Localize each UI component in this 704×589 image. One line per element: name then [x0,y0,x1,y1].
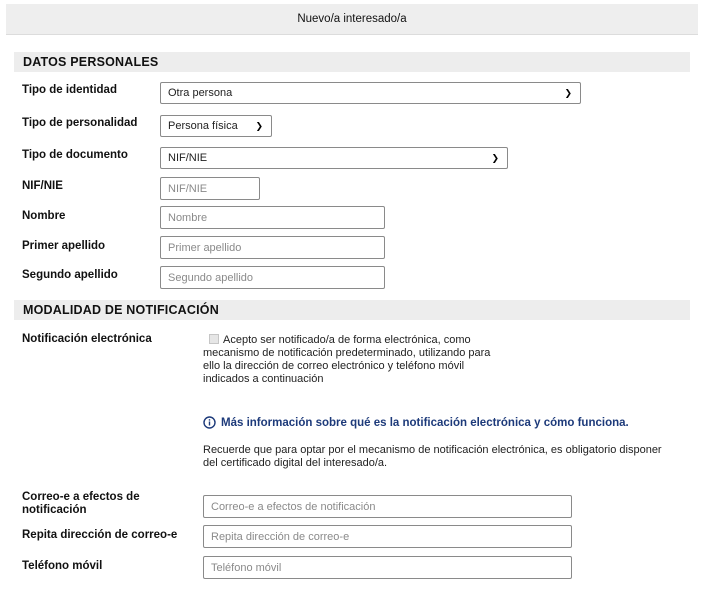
select-tipo-personalidad-value: Persona física [168,120,238,132]
label-primer-apellido: Primer apellido [22,240,106,252]
chevron-down-icon: ❯ [491,152,499,163]
consent-checkbox[interactable] [209,334,219,344]
primer-apellido-input[interactable] [160,236,385,259]
select-tipo-identidad-value: Otra persona [168,87,233,99]
info-link-icon [203,416,216,429]
email-input[interactable] [203,495,572,518]
label-tipo-personalidad: Tipo de personalidad [22,117,138,129]
label-tipo-documento: Tipo de documento [22,149,128,161]
label-correo: Correo-e a efectos de notificación [22,491,140,516]
label-telefono: Teléfono móvil [22,560,103,572]
info-link[interactable]: Más información sobre qué es la notifica… [203,416,629,429]
nif-input[interactable] [160,177,260,200]
section-notification: MODALIDAD DE NOTIFICACIÓN [14,300,690,320]
select-tipo-documento-value: NIF/NIE [168,152,208,164]
phone-input[interactable] [203,556,572,579]
label-nif: NIF/NIE [22,180,63,192]
section-personal-data: DATOS PERSONALES [14,52,690,72]
label-repita-correo: Repita dirección de correo-e [22,529,178,541]
segundo-apellido-input[interactable] [160,266,385,289]
label-notificacion-electronica: Notificación electrónica [22,333,152,345]
chevron-down-icon: ❯ [255,120,263,131]
certificate-note: Recuerde que para optar por el mecanismo… [203,444,662,469]
select-tipo-documento[interactable]: NIF/NIE ❯ [160,147,508,169]
nombre-input[interactable] [160,206,385,229]
label-nombre: Nombre [22,210,66,222]
select-tipo-personalidad[interactable]: Persona física ❯ [160,115,272,137]
consent-text: Acepto ser notificado/a de forma electró… [203,334,491,385]
label-tipo-identidad: Tipo de identidad [22,84,117,96]
label-segundo-apellido: Segundo apellido [22,269,118,281]
consent-block: Acepto ser notificado/a de forma electró… [203,334,493,386]
info-link-text: Más información sobre qué es la notifica… [221,416,629,429]
select-tipo-identidad[interactable]: Otra persona ❯ [160,82,581,104]
dialog-title: Nuevo/a interesado/a [6,4,698,35]
email-repeat-input[interactable] [203,525,572,548]
chevron-down-icon: ❯ [564,87,572,98]
